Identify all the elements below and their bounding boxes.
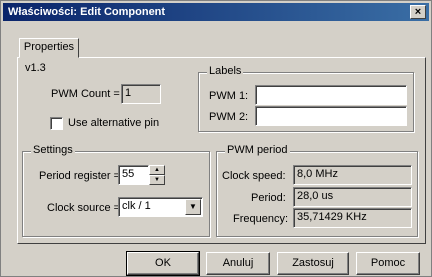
period-label: Period: [251, 192, 286, 204]
clock-speed-label: Clock speed: [222, 170, 286, 182]
period-field[interactable]: 28,0 us [293, 187, 412, 207]
spin-up-icon[interactable]: ▲ [149, 165, 165, 175]
clock-source-label: Clock source = [47, 202, 121, 214]
period-register-spinner[interactable]: ▲ ▼ [149, 165, 165, 185]
help-button[interactable]: Pomoc [356, 252, 420, 275]
tab-properties[interactable]: Properties [19, 38, 79, 58]
clock-source-select[interactable]: clk / 1 ▼ [118, 197, 203, 217]
period-register-input[interactable]: 55 [118, 165, 149, 185]
pwm1-input[interactable] [255, 85, 407, 105]
period-register-label: Period register = [39, 170, 121, 182]
cancel-button[interactable]: Anuluj [206, 252, 270, 275]
pwm2-label: PWM 2: [209, 111, 249, 123]
pwm2-input[interactable] [255, 106, 407, 126]
pwm-count-field[interactable]: 1 [121, 84, 161, 104]
pwm1-label: PWM 1: [209, 90, 249, 102]
apply-button[interactable]: Zastosuj [277, 252, 349, 275]
pwm-period-group-title: PWM period [225, 144, 290, 156]
clock-source-value: clk / 1 [122, 200, 151, 212]
labels-group-title: Labels [207, 65, 244, 77]
dialog-window: Właściwości: Edit Component × Properties… [0, 0, 432, 277]
clock-speed-field[interactable]: 8,0 MHz [293, 165, 412, 185]
alt-pin-label: Use alternative pin [68, 117, 160, 129]
frequency-label: Frequency: [233, 213, 289, 225]
pwm-count-label: PWM Count = [51, 88, 120, 100]
settings-group-title: Settings [31, 144, 75, 156]
frequency-field[interactable]: 35,71429 KHz [293, 208, 412, 228]
version-label: v1.3 [25, 62, 46, 74]
title-bar[interactable]: Właściwości: Edit Component × [3, 3, 429, 21]
chevron-down-icon[interactable]: ▼ [185, 199, 201, 215]
close-button[interactable]: × [410, 5, 426, 19]
window-title: Właściwości: Edit Component [8, 6, 166, 18]
spin-down-icon[interactable]: ▼ [149, 175, 165, 185]
alt-pin-checkbox[interactable] [50, 117, 63, 130]
settings-group: Settings [22, 144, 210, 237]
ok-button[interactable]: OK [126, 251, 200, 276]
